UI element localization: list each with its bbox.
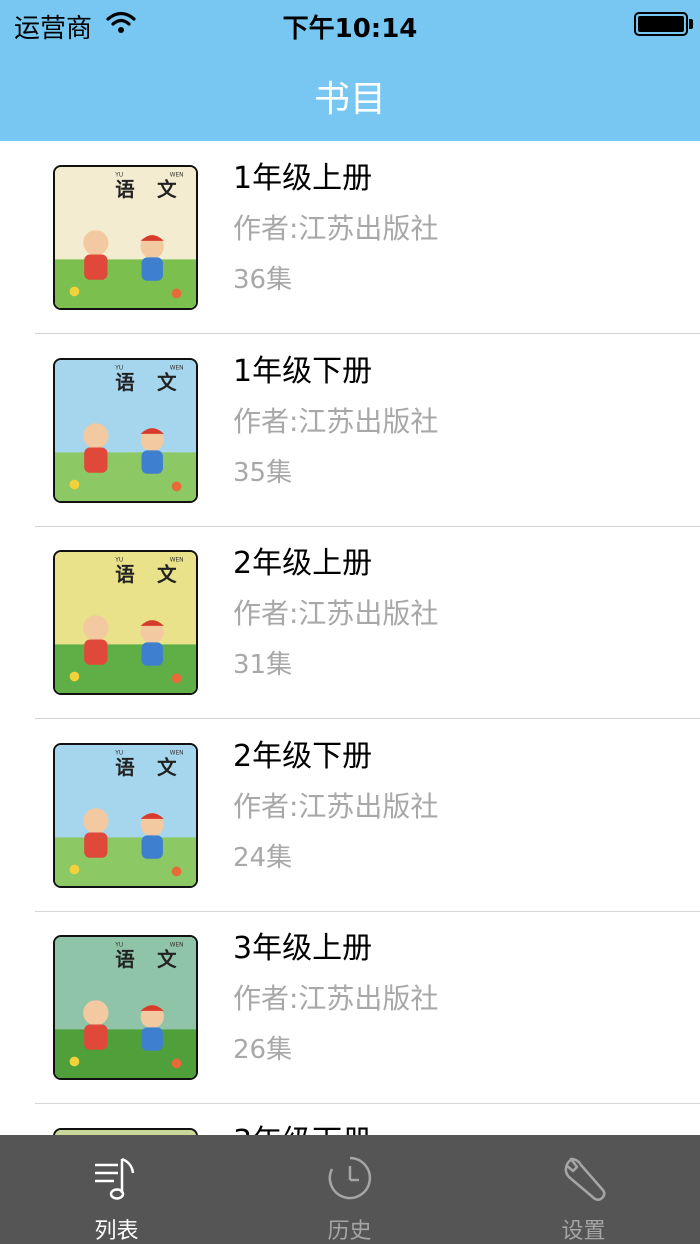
book-title: 1年级上册 <box>233 161 373 196</box>
book-author: 作者:江苏出版社 <box>233 789 439 823</box>
tab-history[interactable]: 历史 <box>233 1135 466 1244</box>
book-row[interactable]: YU WEN 语文 1年级上册作者:江苏出版社 36集 <box>0 141 700 334</box>
book-title: 3年级上册 <box>233 931 373 966</box>
tab-label-settings: 设置 <box>561 1219 606 1244</box>
book-cover-image: YUWEN语文 <box>53 742 198 888</box>
book-episode-count: 26集 <box>233 1035 293 1065</box>
book-cover-image: YUWEN语文 <box>53 550 198 695</box>
book-list[interactable]: YU WEN 语文 1年级上册 作者:江苏出版社 36集 YU WEN 语文 1年级下册 作者:江苏… <box>0 141 700 1135</box>
book-author: 作者:江苏出版社 <box>233 404 439 438</box>
cover-char-wen: 文 <box>157 563 177 586</box>
battery-icon <box>634 12 688 36</box>
clock-icon <box>325 1153 375 1203</box>
clock-time: 下午10:14 <box>282 14 418 44</box>
navigation-header: 运营商 下午10:14 书目 <box>0 0 700 141</box>
book-cover-image: YUWEN语文 <box>53 357 198 503</box>
book-row[interactable]: YU WEN 语文 3年级上册作者:江苏出版社 26集 <box>0 911 700 1104</box>
cover-char-yu: 语 <box>115 948 134 971</box>
book-title: 2年级上册 <box>233 546 373 581</box>
book-cover-image: YUWEN语文 <box>53 165 198 310</box>
book-title: 1年级下册 <box>233 353 373 389</box>
cover-char-yu: 语 <box>115 371 134 394</box>
tab-list[interactable]: 列表 <box>0 1135 233 1244</box>
book-row[interactable]: YUWEN语文 3年级下册 <box>0 1104 700 1136</box>
cover-char-wen: 文 <box>157 178 177 201</box>
tab-label-list: 列表 <box>94 1219 139 1244</box>
battery-cap <box>689 19 693 29</box>
tab-label-history: 历史 <box>327 1219 372 1244</box>
page-title: 书目 <box>313 79 386 120</box>
wrench-icon <box>559 1153 609 1203</box>
cover-char-yu: 语 <box>115 756 134 779</box>
book-episode-count: 31集 <box>233 650 293 680</box>
cover-char-yu: 语 <box>115 178 134 201</box>
book-cover-image: YUWEN语文 <box>53 935 198 1080</box>
music-list-icon <box>92 1153 142 1203</box>
book-row[interactable]: YU WEN 语文 1年级下册作者:江苏出版社 35集 <box>0 334 700 527</box>
book-author: 作者:江苏出版社 <box>233 597 439 630</box>
cover-char-wen: 文 <box>157 371 177 394</box>
status-bar: 运营商 下午10:14 <box>0 0 700 48</box>
book-title: 2年级下册 <box>233 738 373 774</box>
book-episode-count: 24集 <box>233 842 293 873</box>
cover-char-wen: 文 <box>157 948 177 971</box>
book-episode-count: 35集 <box>233 457 293 488</box>
book-row[interactable]: YU WEN 语文 2年级下册作者:江苏出版社 24集 <box>0 719 700 912</box>
book-author: 作者:江苏出版社 <box>233 212 439 245</box>
cover-char-wen: 文 <box>157 756 177 779</box>
book-row[interactable]: YU WEN 语文 2年级上册作者:江苏出版社 31集 <box>0 526 700 719</box>
book-episode-count: 36集 <box>233 265 293 295</box>
book-author: 作者:江苏出版社 <box>233 982 439 1015</box>
book-cover-image: YUWEN语文 <box>53 1127 198 1135</box>
tab-bar: 列表 历史 设置 <box>0 1135 700 1244</box>
book-title: 3年级下册 <box>233 1116 372 1136</box>
cover-char-yu: 语 <box>115 563 134 586</box>
tab-settings[interactable]: 设置 <box>467 1135 700 1244</box>
